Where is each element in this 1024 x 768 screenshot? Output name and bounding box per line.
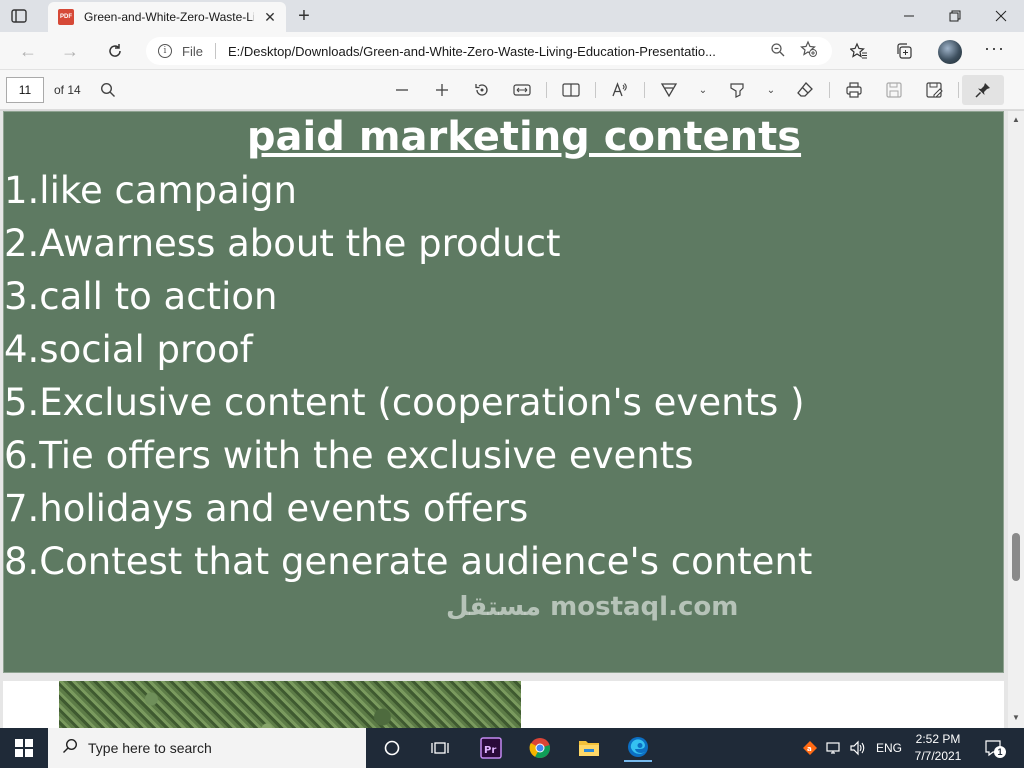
forward-button[interactable]: →: [58, 40, 82, 62]
scroll-up-icon[interactable]: ▲: [1012, 115, 1020, 124]
pdf-file-icon: PDF: [58, 9, 74, 25]
list-item: 6.Tie offers with the exclusive events: [4, 434, 694, 477]
taskbar-search-input[interactable]: Type here to search: [48, 728, 366, 768]
cortana-icon[interactable]: [378, 734, 406, 762]
list-item: 4.social proof: [4, 328, 253, 371]
zoom-icon[interactable]: [770, 42, 790, 61]
file-explorer-icon[interactable]: [575, 734, 603, 762]
pin-icon: [975, 83, 990, 98]
list-item: 3.call to action: [4, 275, 278, 318]
windows-icon: [15, 739, 33, 757]
page-number-input[interactable]: 11: [6, 77, 44, 103]
notification-badge: 1: [994, 746, 1006, 758]
start-button[interactable]: [0, 728, 48, 768]
volume-icon[interactable]: [849, 728, 867, 768]
chrome-icon[interactable]: [526, 734, 554, 762]
draw-icon[interactable]: [658, 80, 680, 100]
slide-title: paid marketing contents: [246, 114, 802, 160]
back-button[interactable]: ←: [16, 40, 40, 62]
eraser-icon[interactable]: [794, 80, 816, 100]
list-item: 7.holidays and events offers: [4, 487, 529, 530]
next-slide-page: [3, 681, 1004, 728]
task-view-icon[interactable]: [426, 734, 454, 762]
toolbar-divider: [595, 82, 596, 98]
profile-avatar[interactable]: [938, 40, 962, 64]
list-item: 5.Exclusive content (cooperation's event…: [4, 381, 805, 424]
chevron-down-icon[interactable]: ⌄: [692, 80, 714, 100]
pdf-viewport[interactable]: paid marketing contents 1.like campaign …: [0, 111, 1008, 728]
favorites-icon[interactable]: [848, 40, 870, 62]
zoom-out-icon[interactable]: [391, 80, 413, 100]
browser-tab[interactable]: PDF Green-and-White-Zero-Waste-Li ✕: [48, 2, 286, 32]
toolbar-divider: [958, 82, 959, 98]
slide-list: 1.like campaign 2.Awarness about the pro…: [4, 168, 812, 592]
zoom-in-icon[interactable]: [431, 80, 453, 100]
edge-browser-icon[interactable]: [624, 734, 652, 762]
address-separator: [214, 43, 216, 59]
minimize-button[interactable]: [886, 0, 932, 32]
address-bar-row: ← → i File E:/Desktop/Downloads/Green-an…: [0, 32, 1024, 70]
refresh-button[interactable]: [103, 40, 127, 62]
new-tab-button[interactable]: +: [292, 5, 316, 27]
page-view-icon[interactable]: [560, 80, 582, 100]
tab-title: Green-and-White-Zero-Waste-Li: [84, 10, 254, 24]
chevron-down-icon[interactable]: ⌄: [760, 80, 782, 100]
tab-close-icon[interactable]: ✕: [262, 9, 278, 26]
print-icon[interactable]: [843, 80, 865, 100]
list-item: 1.like campaign: [4, 169, 297, 212]
grass-image: [59, 681, 521, 728]
search-icon: [62, 738, 80, 758]
clock-date: 7/7/2021: [914, 749, 962, 763]
save-as-icon[interactable]: [923, 80, 945, 100]
address-input[interactable]: i File E:/Desktop/Downloads/Green-and-Wh…: [146, 37, 832, 65]
svg-text:a: a: [807, 745, 812, 753]
svg-text:Pr: Pr: [484, 745, 496, 756]
url-text: E:/Desktop/Downloads/Green-and-White-Zer…: [227, 43, 716, 59]
list-item: 2.Awarness about the product: [4, 222, 561, 265]
scroll-thumb[interactable]: [1012, 533, 1020, 581]
scroll-down-icon[interactable]: ▼: [1012, 713, 1020, 722]
tab-actions-icon[interactable]: [10, 7, 28, 25]
save-icon[interactable]: [883, 80, 905, 100]
collections-icon[interactable]: [893, 40, 915, 62]
clock[interactable]: 2:52 PM 7/7/2021: [908, 731, 968, 765]
tab-strip: PDF Green-and-White-Zero-Waste-Li ✕ +: [0, 0, 1024, 32]
vertical-scrollbar[interactable]: ▲ ▼: [1008, 111, 1024, 728]
add-favorite-icon[interactable]: [800, 40, 820, 62]
page-count-label: of 14: [54, 83, 81, 97]
more-menu-icon[interactable]: ···: [984, 38, 1005, 59]
pdf-toolbar: 11 of 14 ⌄ ⌄: [0, 70, 1024, 110]
info-icon[interactable]: i: [158, 44, 172, 58]
toolbar-divider: [546, 82, 547, 98]
premiere-pro-icon[interactable]: Pr: [477, 734, 505, 762]
pin-toolbar-button[interactable]: [962, 75, 1004, 105]
highlight-icon[interactable]: [726, 80, 748, 100]
watermark-text: مستقل mostaql.com: [446, 592, 739, 622]
restore-button[interactable]: [932, 0, 978, 32]
slide-page: paid marketing contents 1.like campaign …: [3, 111, 1004, 673]
taskbar: Type here to search Pr a ENG 2:52 PM 7/7…: [0, 728, 1024, 768]
list-item: 8.Contest that generate audience's conte…: [4, 540, 813, 583]
notification-center-button[interactable]: 1: [984, 738, 1006, 758]
read-aloud-icon[interactable]: [609, 80, 631, 100]
clock-time: 2:52 PM: [915, 732, 961, 746]
search-icon[interactable]: [97, 80, 119, 100]
search-placeholder: Type here to search: [88, 740, 212, 756]
scheme-label: File: [182, 43, 203, 59]
antivirus-icon[interactable]: a: [802, 728, 818, 768]
language-indicator[interactable]: ENG: [876, 728, 902, 768]
toolbar-divider: [829, 82, 830, 98]
toolbar-divider: [644, 82, 645, 98]
network-icon[interactable]: [825, 728, 843, 768]
close-window-button[interactable]: [978, 0, 1024, 32]
rotate-icon[interactable]: [471, 80, 493, 100]
fit-width-icon[interactable]: [511, 80, 533, 100]
